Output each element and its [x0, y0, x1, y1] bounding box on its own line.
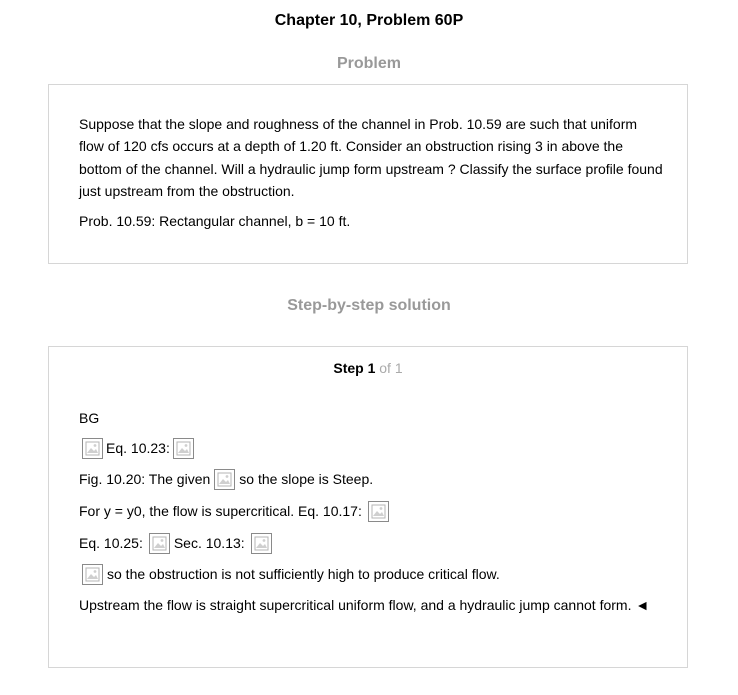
page-title: Chapter 10, Problem 60P [274, 12, 464, 29]
broken-image-icon [148, 532, 170, 554]
problem-heading: Problem [336, 55, 401, 72]
problem-reference: Prob. 10.59: Rectangular channel, b = 10… [79, 213, 351, 229]
problem-text: Suppose that the slope and roughness of … [79, 116, 663, 199]
problem-box: Suppose that the slope and roughness of … [48, 84, 688, 264]
step-number: Step 1 [333, 360, 376, 376]
solution-line-1: BG [79, 405, 99, 431]
solution-heading: Step-by-step solution [287, 297, 451, 314]
broken-image-icon [214, 468, 236, 490]
broken-image-icon [367, 500, 389, 522]
solution-line-2: Eq. 10.23: [79, 435, 197, 461]
solution-text: Sec. 10.13: [173, 535, 245, 551]
solution-line-4: For y = y0, the flow is supercritical. E… [79, 498, 392, 524]
solution-text: BG [79, 410, 100, 426]
solution-line-5: Eq. 10.25: Sec. 10.13: [79, 530, 275, 556]
solution-line-3: Fig. 10.20: The given so the slope is St… [79, 466, 373, 492]
solution-text: Fig. 10.20: The given [79, 471, 211, 487]
solution-text: Eq. 10.25: [79, 535, 143, 551]
solution-text: so the obstruction is not sufficiently h… [107, 566, 500, 582]
broken-image-icon [172, 437, 194, 459]
broken-image-icon [250, 532, 272, 554]
step-total: of 1 [379, 360, 403, 376]
broken-image-icon [82, 563, 103, 585]
solution-conclusion: Upstream the flow is straight supercriti… [79, 597, 650, 613]
solution-text: Eq. 10.23: [106, 440, 170, 456]
solution-box: Step 1 of 1 BG Eq. 10.23: Fig. 10.20: Th… [48, 346, 688, 668]
solution-line-6: so the obstruction is not sufficiently h… [79, 561, 500, 587]
step-indicator: Step 1 of 1 [49, 360, 687, 376]
broken-image-icon [82, 437, 103, 459]
solution-line-7: Upstream the flow is straight supercriti… [79, 592, 649, 618]
solution-text: so the slope is Steep. [239, 471, 374, 487]
solution-text: For y = y0, the flow is supercritical. E… [79, 503, 362, 519]
